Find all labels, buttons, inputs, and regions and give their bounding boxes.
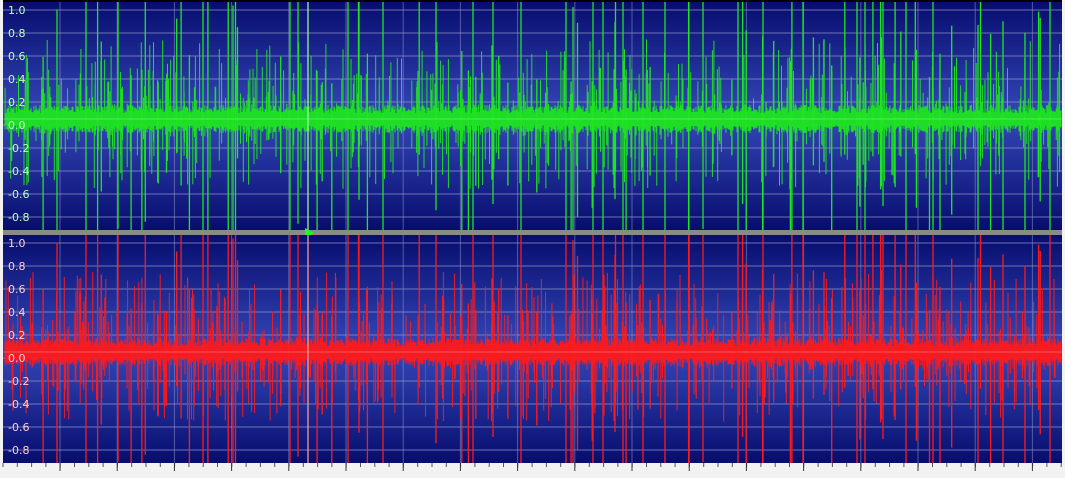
amplitude-label: -0.2 bbox=[8, 375, 29, 388]
amplitude-label: 1.0 bbox=[8, 237, 26, 250]
amplitude-label: -0.6 bbox=[8, 188, 29, 201]
amplitude-label: 0.8 bbox=[8, 260, 26, 273]
waveform-editor: 1.0 0.8 0.6 0.4 0.2 0.0 -0.2 -0.4 -0.6 -0.8 1.0 0.… bbox=[0, 0, 1065, 478]
amplitude-label: 0.0 bbox=[8, 352, 26, 365]
amplitude-label: 0.4 bbox=[8, 73, 26, 86]
waveform-channel-left[interactable]: 1.0 0.8 0.6 0.4 0.2 0.0 -0.2 -0.4 -0.6 -0.8 bbox=[3, 2, 1062, 230]
time-ruler[interactable] bbox=[0, 463, 1065, 478]
time-ruler-ticks bbox=[2, 463, 1062, 471]
amplitude-label: -0.2 bbox=[8, 142, 29, 155]
waveform-right-svg[interactable]: 1.0 0.8 0.6 0.4 0.2 0.0 -0.2 -0.4 -0.6 -0.8 bbox=[3, 235, 1062, 463]
amplitude-label: 0.4 bbox=[8, 306, 26, 319]
amplitude-label: 0.8 bbox=[8, 27, 26, 40]
amplitude-label: -0.4 bbox=[8, 165, 29, 178]
amplitude-label: -0.4 bbox=[8, 398, 29, 411]
amplitude-label: 0.2 bbox=[8, 329, 26, 342]
amplitude-label: 0.0 bbox=[8, 119, 26, 132]
amplitude-label: -0.8 bbox=[8, 444, 29, 457]
amplitude-label: 0.2 bbox=[8, 96, 26, 109]
waveform-channel-right[interactable]: 1.0 0.8 0.6 0.4 0.2 0.0 -0.2 -0.4 -0.6 -0.8 bbox=[3, 235, 1062, 463]
amplitude-label: 1.0 bbox=[8, 4, 26, 17]
amplitude-label: -0.8 bbox=[8, 211, 29, 224]
left-border bbox=[0, 0, 3, 463]
amplitude-label: 0.6 bbox=[8, 50, 26, 63]
amplitude-label: -0.6 bbox=[8, 421, 29, 434]
amplitude-label: 0.6 bbox=[8, 283, 26, 296]
waveform-left-svg[interactable]: 1.0 0.8 0.6 0.4 0.2 0.0 -0.2 -0.4 -0.6 -0.8 bbox=[3, 2, 1062, 230]
